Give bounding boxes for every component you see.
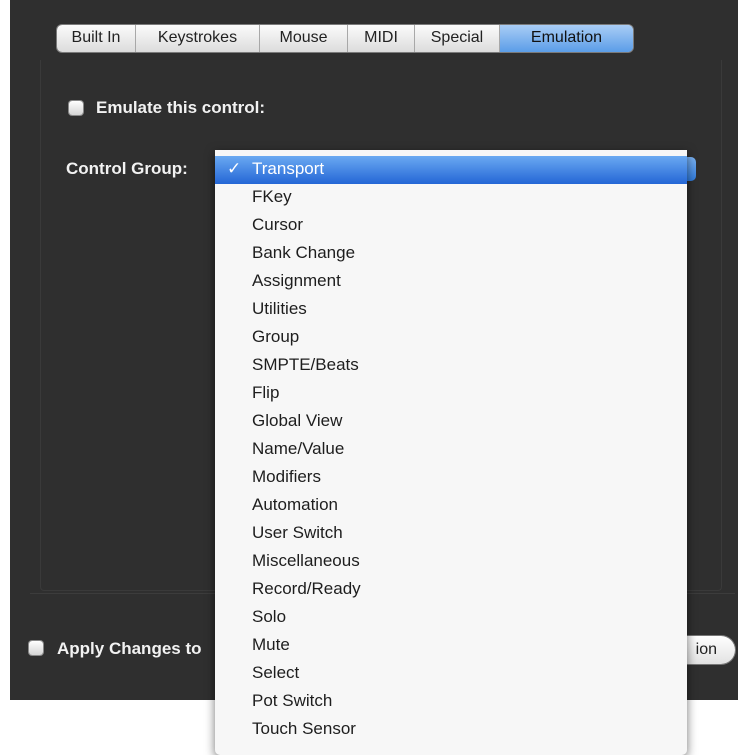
- menu-item-name-value[interactable]: Name/Value: [215, 436, 687, 464]
- menu-item-user-switch[interactable]: User Switch: [215, 520, 687, 548]
- control-group-menu: ✓ Transport FKey Cursor Bank Change Assig…: [215, 150, 687, 755]
- menu-item-cursor[interactable]: Cursor: [215, 212, 687, 240]
- tab-bar: Built In Keystrokes Mouse MIDI Special E…: [57, 25, 633, 52]
- menu-item-pot-switch[interactable]: Pot Switch: [215, 688, 687, 716]
- menu-item-fkey[interactable]: FKey: [215, 184, 687, 212]
- menu-item-utilities[interactable]: Utilities: [215, 296, 687, 324]
- menu-item-group[interactable]: Group: [215, 324, 687, 352]
- menu-item-record-ready[interactable]: Record/Ready: [215, 576, 687, 604]
- menu-item-solo[interactable]: Solo: [215, 604, 687, 632]
- menu-item-label: Transport: [252, 159, 325, 178]
- tab-special[interactable]: Special: [415, 25, 500, 52]
- menu-item-smpte-beats[interactable]: SMPTE/Beats: [215, 352, 687, 380]
- checkmark-icon: ✓: [227, 159, 242, 178]
- menu-item-assignment[interactable]: Assignment: [215, 268, 687, 296]
- menu-item-miscellaneous[interactable]: Miscellaneous: [215, 548, 687, 576]
- tab-mouse[interactable]: Mouse: [260, 25, 348, 52]
- menu-item-modifiers[interactable]: Modifiers: [215, 464, 687, 492]
- menu-item-transport[interactable]: ✓ Transport: [215, 156, 687, 184]
- menu-item-automation[interactable]: Automation: [215, 492, 687, 520]
- menu-item-global-view[interactable]: Global View: [215, 408, 687, 436]
- tab-midi[interactable]: MIDI: [348, 25, 415, 52]
- apply-changes-checkbox[interactable]: [29, 641, 43, 655]
- emulate-checkbox[interactable]: [69, 101, 83, 115]
- menu-item-select[interactable]: Select: [215, 660, 687, 688]
- menu-item-touch-sensor[interactable]: Touch Sensor: [215, 716, 687, 744]
- menu-item-flip[interactable]: Flip: [215, 380, 687, 408]
- tab-emulation[interactable]: Emulation: [500, 25, 633, 52]
- menu-item-bank-change[interactable]: Bank Change: [215, 240, 687, 268]
- control-group-label: Control Group:: [66, 159, 188, 178]
- emulate-label: Emulate this control:: [96, 98, 266, 117]
- apply-changes-label: Apply Changes to: [57, 639, 202, 658]
- menu-item-mute[interactable]: Mute: [215, 632, 687, 660]
- tab-built-in[interactable]: Built In: [57, 25, 136, 52]
- tab-keystrokes[interactable]: Keystrokes: [136, 25, 260, 52]
